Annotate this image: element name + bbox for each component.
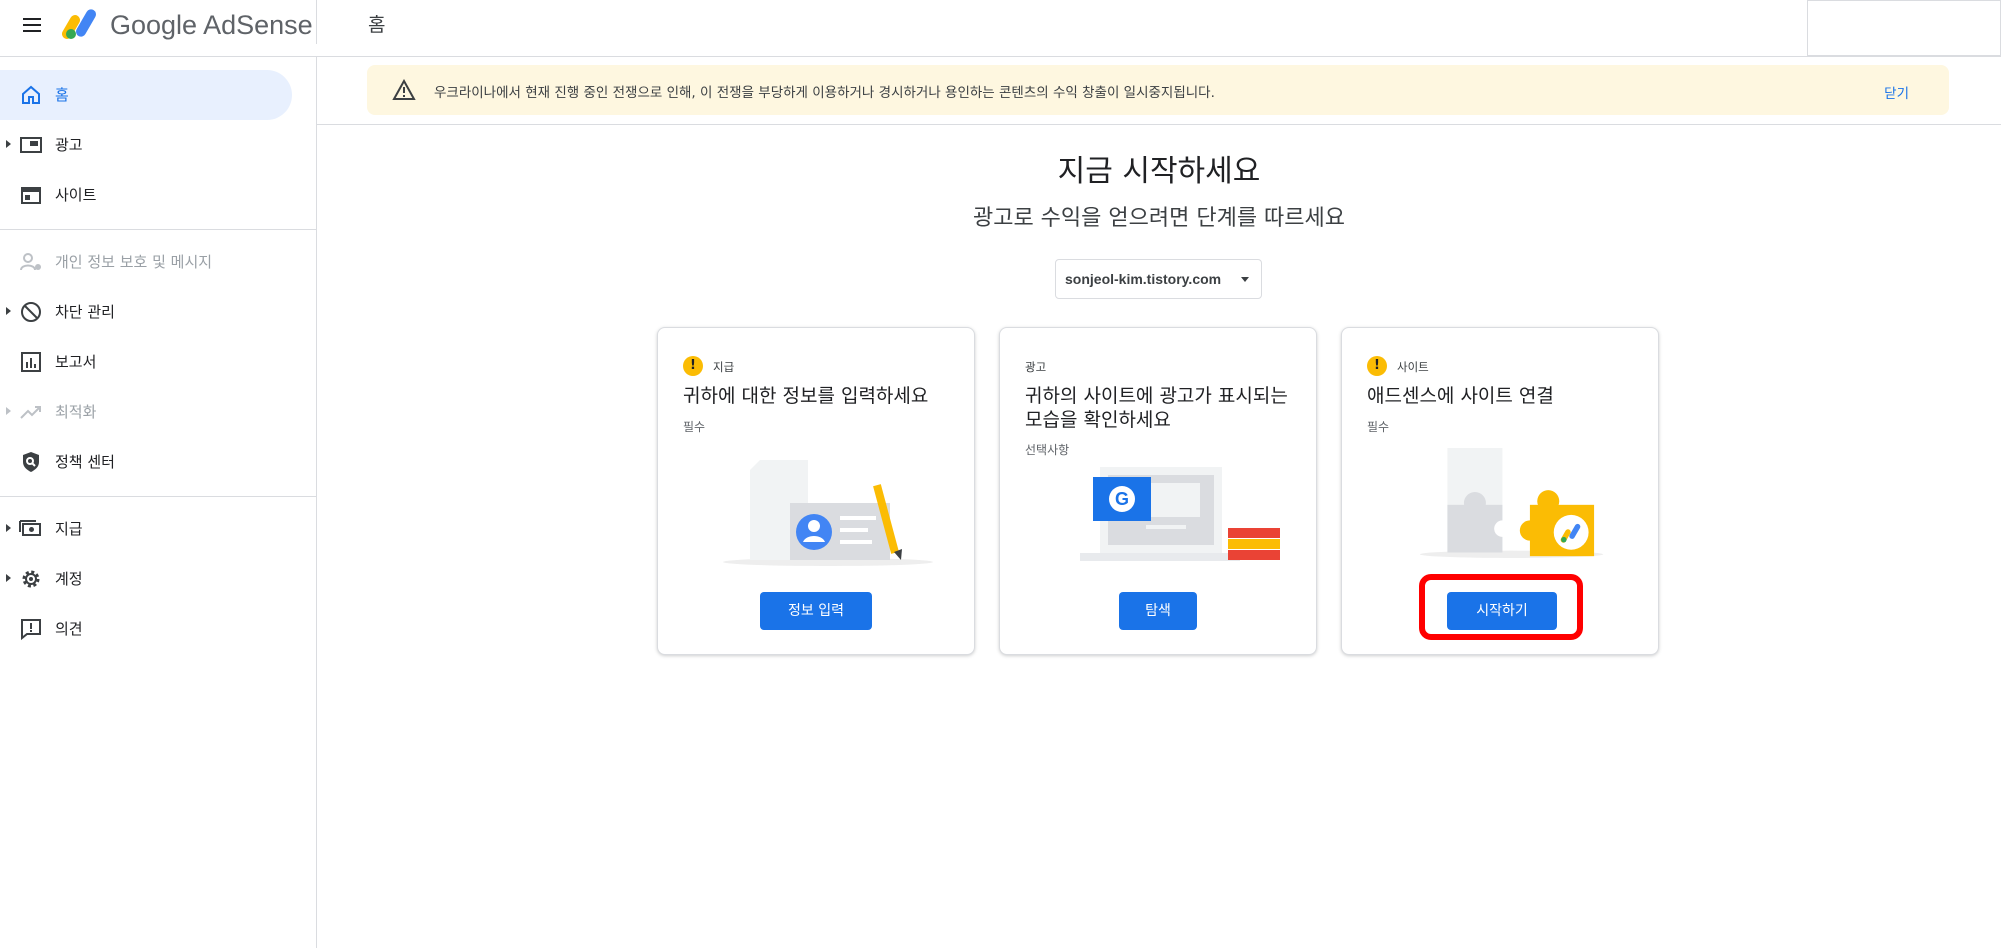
gear-icon: [22, 570, 40, 588]
highlight-annotation: [1419, 574, 1583, 640]
sidebar-item-ads[interactable]: 광고: [0, 120, 292, 170]
policy-icon: [23, 452, 39, 472]
site-selector-value: sonjeol-kim.tistory.com: [1065, 271, 1222, 287]
sidebar-item-home[interactable]: 홈: [0, 70, 292, 120]
sidebar-item-sites[interactable]: 사이트: [0, 170, 292, 220]
dropdown-caret-icon: [1241, 277, 1249, 282]
brand-name: Google AdSense: [110, 10, 313, 40]
card-requirement: 필수: [1367, 420, 1390, 434]
content-divider: [317, 124, 2001, 125]
expand-arrow-icon: [6, 140, 11, 148]
sidebar-item-reports[interactable]: 보고서: [0, 337, 292, 387]
war-notice-banner: 우크라이나에서 현재 진행 중인 전쟁으로 인해, 이 전쟁을 부당하게 이용하…: [367, 65, 1949, 115]
privacy-icon: [20, 253, 41, 271]
page-title: 홈: [368, 14, 386, 36]
sidebar-item-optimize[interactable]: 최적화: [0, 387, 292, 437]
reports-icon: [21, 352, 41, 372]
feedback-icon: [21, 619, 41, 641]
sidebar-item-label: 보고서: [55, 353, 97, 371]
sidebar-item-payments[interactable]: 지급: [0, 504, 292, 554]
site-preview-illustration: G: [1080, 467, 1280, 561]
ads-preview-card: 광고 귀하의 사이트에 광고가 표시되는 모습을 확인하세요 선택사항 G 탐색: [999, 327, 1317, 655]
sidebar-item-feedback[interactable]: 의견: [0, 604, 292, 654]
enter-info-button[interactable]: 정보 입력: [760, 592, 872, 630]
sidebar-item-label: 사이트: [55, 186, 97, 204]
sidebar-item-policy[interactable]: 정책 센터: [0, 437, 292, 487]
expand-arrow-icon: [6, 407, 11, 415]
block-icon: [21, 302, 41, 322]
card-tag: 사이트: [1397, 360, 1429, 374]
banner-close-button[interactable]: 닫기: [1884, 82, 1909, 102]
sidebar-item-label: 지급: [55, 520, 83, 538]
site-selector[interactable]: sonjeol-kim.tistory.com: [1055, 259, 1262, 299]
banner-message: 우크라이나에서 현재 진행 중인 전쟁으로 인해, 이 전쟁을 부당하게 이용하…: [434, 85, 1215, 101]
sidebar-item-label: 최적화: [55, 403, 97, 421]
sidebar-item-privacy[interactable]: 개인 정보 보호 및 메시지: [0, 237, 292, 287]
top-app-bar: Google AdSense 홈: [0, 0, 2001, 57]
sidebar: 홈 광고 사이트 개인 정보 보호 및 메시지 차단 관리 보고서 최적화 정책…: [0, 57, 317, 948]
expand-arrow-icon: [6, 307, 11, 315]
sidebar-item-account[interactable]: 계정: [0, 554, 292, 604]
page-heading: 지금 시작하세요: [1057, 154, 1261, 189]
sidebar-item-label: 의견: [55, 620, 83, 638]
expand-arrow-icon: [6, 574, 11, 582]
adsense-logo: [62, 9, 96, 39]
sidebar-item-label: 차단 관리: [55, 303, 115, 321]
puzzle-illustration: [1419, 448, 1604, 558]
menu-icon[interactable]: [20, 14, 44, 38]
sidebar-item-label: 개인 정보 보호 및 메시지: [55, 253, 213, 271]
warning-icon: [392, 79, 416, 100]
account-area[interactable]: [1807, 0, 2001, 56]
page-subheading: 광고로 수익을 얻으려면 단계를 따르세요: [972, 206, 1346, 231]
expand-arrow-icon: [6, 524, 11, 532]
sidebar-item-label: 정책 센터: [55, 453, 115, 471]
optimize-icon: [20, 406, 41, 419]
payments-icon: [19, 520, 41, 536]
sidebar-item-label: 계정: [55, 570, 83, 588]
profile-card-illustration: [723, 460, 933, 566]
topbar-divider: [316, 0, 317, 44]
svg-text:G: G: [1115, 489, 1129, 509]
card-requirement: 필수: [683, 420, 706, 434]
card-tag: 지급: [713, 360, 735, 374]
sidebar-divider: [0, 496, 316, 497]
sites-icon: [21, 187, 41, 204]
alert-icon: !: [683, 356, 703, 376]
sidebar-divider: [0, 229, 316, 230]
explore-button[interactable]: 탐색: [1119, 592, 1197, 630]
card-title: 귀하의 사이트에 광고가 표시되는 모습을 확인하세요: [1025, 385, 1288, 431]
sidebar-item-block[interactable]: 차단 관리: [0, 287, 292, 337]
sidebar-item-label: 광고: [55, 136, 83, 154]
card-title: 귀하에 대한 정보를 입력하세요: [683, 385, 929, 407]
home-icon: [22, 85, 40, 104]
ads-icon: [20, 137, 42, 153]
payment-info-card: ! 지급 귀하에 대한 정보를 입력하세요 필수 정보 입력: [657, 327, 975, 655]
card-requirement: 선택사항: [1025, 443, 1070, 457]
card-title: 애드센스에 사이트 연결: [1367, 385, 1554, 407]
card-tag: 광고: [1025, 360, 1047, 374]
sidebar-item-label: 홈: [55, 86, 69, 104]
alert-icon: !: [1367, 356, 1387, 376]
